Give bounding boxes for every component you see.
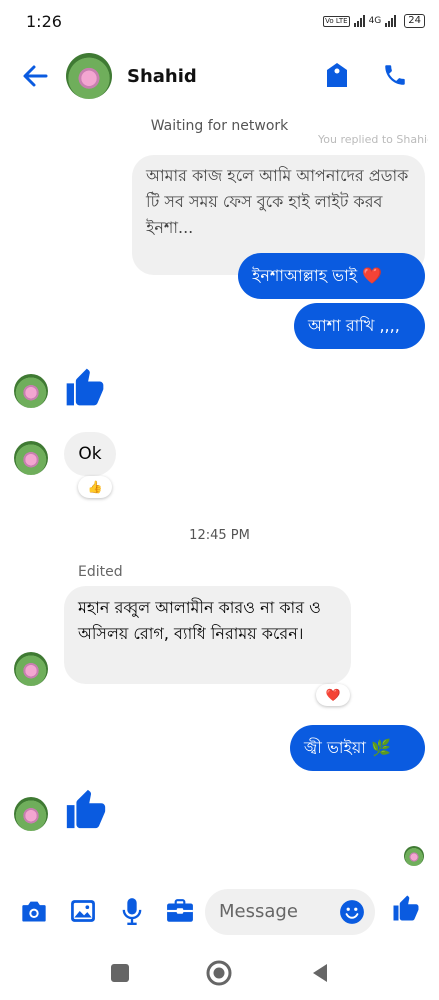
message-field[interactable]: [205, 889, 375, 935]
edited-label: Edited: [78, 564, 123, 580]
status-time: 1:26: [26, 12, 62, 31]
reaction-badge[interactable]: ❤️: [316, 684, 350, 706]
volte-badge: Vo LTE: [323, 15, 350, 27]
gallery-icon[interactable]: [67, 896, 99, 926]
message-input[interactable]: [219, 901, 329, 922]
message-text: জ্বী ভাইয়া: [304, 738, 366, 757]
reply-hint: You replied to Shahid: [318, 133, 428, 146]
back-arrow-icon[interactable]: [20, 62, 50, 90]
message-bubble[interactable]: ইনশাআল্লাহ ভাই ❤️: [238, 253, 425, 299]
home-nav-icon[interactable]: [204, 958, 234, 988]
briefcase-icon[interactable]: [164, 896, 196, 926]
network-type: 4G: [368, 16, 382, 26]
like-sticker-icon[interactable]: [62, 785, 110, 833]
recents-nav-icon[interactable]: [105, 958, 135, 988]
message-bubble[interactable]: মহান রব্বুল আলামীন কারও না কার ও অসিলয় …: [64, 586, 351, 684]
signal-icon-2: [385, 15, 397, 27]
sender-avatar[interactable]: [14, 797, 48, 831]
tag-icon[interactable]: [322, 60, 352, 90]
contact-name[interactable]: Shahid: [127, 66, 197, 87]
back-nav-icon[interactable]: [305, 958, 335, 988]
camera-icon[interactable]: [18, 896, 50, 926]
like-button-icon[interactable]: [390, 893, 422, 923]
sender-avatar[interactable]: [14, 652, 48, 686]
message-bubble[interactable]: জ্বী ভাইয়া 🌿: [290, 725, 425, 771]
seen-avatar: [404, 846, 424, 866]
contact-avatar[interactable]: [66, 53, 112, 99]
microphone-icon[interactable]: [116, 896, 148, 926]
message-text: ইনশাআল্লাহ ভাই: [252, 266, 358, 285]
sender-avatar[interactable]: [14, 374, 48, 408]
sender-avatar[interactable]: [14, 441, 48, 475]
message-bubble[interactable]: Ok: [64, 432, 116, 476]
status-indicators: Vo LTE 4G 24: [323, 14, 425, 28]
reaction-badge[interactable]: 👍: [78, 476, 112, 498]
message-bubble[interactable]: আশা রাখি ,,,,: [294, 303, 425, 349]
emoji-icon[interactable]: [339, 899, 365, 929]
phone-icon[interactable]: [380, 60, 410, 90]
battery-icon: 24: [404, 14, 425, 28]
network-status: Waiting for network: [150, 118, 289, 134]
heart-emoji: ❤️: [362, 266, 383, 285]
leaf-emoji: 🌿: [370, 738, 391, 757]
signal-icon: [353, 15, 365, 27]
like-sticker-icon[interactable]: [62, 364, 108, 410]
timestamp-separator: 12:45 PM: [189, 528, 250, 543]
